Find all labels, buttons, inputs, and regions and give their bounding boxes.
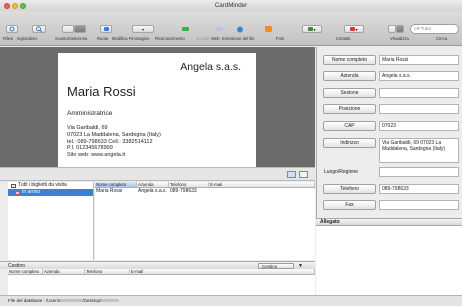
attachments-header: Allegato (316, 218, 462, 226)
label-search: Cerca (436, 36, 448, 41)
col-header-phone[interactable]: Telefono (169, 182, 209, 187)
col-header-name[interactable]: Nome completo (95, 182, 137, 187)
view-toggle-bar (0, 167, 315, 181)
contacts-table: Nome completo Azienda Telefono E-mail Ma… (95, 182, 315, 260)
field-button-zip[interactable]: CAP (323, 121, 376, 131)
scan-icon[interactable] (6, 25, 18, 33)
field-button-company[interactable]: Azienda (323, 71, 376, 81)
card-address-line: 07023 La Maddalena, Sardegna (Italy) (67, 131, 161, 138)
field-button-address[interactable]: Indirizzo (323, 138, 376, 148)
card-address-line: Sito web: www.angela.it (67, 152, 126, 159)
edit-image-icon[interactable]: ▾ (132, 25, 154, 33)
zoom-icon[interactable] (32, 25, 46, 33)
status-db-mid: /Desktop/ (82, 298, 102, 303)
label-web: Web (211, 36, 220, 41)
label-photo: Foto (276, 36, 285, 41)
card-address-block: Via Garibaldi, 69 07023 La Maddalena, Sa… (67, 125, 161, 159)
recognize-icon[interactable] (178, 25, 192, 33)
contacts-icon[interactable]: ▾ (344, 25, 364, 33)
redacted-username (60, 299, 83, 303)
label-select: Scostu/Seleziona (55, 36, 88, 41)
field-button-section[interactable]: Sezione (323, 88, 376, 98)
label-rotate: Ruota (97, 36, 109, 41)
card-address-line: tel.: 089-798633 Cell.: 3382514112 (67, 138, 153, 145)
cell-phone: 089-798633 (170, 188, 197, 194)
label-scan: Rilevi (3, 36, 14, 41)
field-zip[interactable]: 07023 (379, 121, 459, 131)
group-label: Tutti i biglietti da visita (18, 182, 67, 188)
rotate-icon[interactable] (100, 25, 112, 33)
field-full-name[interactable]: Maria Rossi (379, 55, 459, 65)
label-email: E-mail (197, 36, 209, 41)
cell-email (209, 188, 315, 195)
trash-col-email[interactable]: E-mail (130, 269, 315, 274)
trash-col-name[interactable]: Nome completo (8, 269, 43, 274)
trash-header: Cestino Cestino ▼ (0, 261, 315, 269)
web-icon[interactable] (234, 25, 246, 33)
search-icon: ⌕ (414, 27, 417, 32)
trash-col-phone[interactable]: Telefono (85, 269, 130, 274)
status-db-prefix: File del database : /Users/ (8, 298, 61, 303)
label-edit-image: Modifica Fimmagine (112, 36, 150, 41)
photo-icon[interactable]: ▾ (302, 25, 322, 33)
field-address[interactable]: Via Garibaldi, 69 07023 La Maddalena, Sa… (379, 138, 459, 163)
table-row[interactable]: Maria Rossi Angela s.a.s. 089-798633 (95, 188, 315, 195)
view-back-icon[interactable] (299, 171, 308, 178)
export-file-icon[interactable] (262, 25, 274, 33)
field-button-phone[interactable]: Telefono (323, 184, 376, 194)
cards-icon (11, 183, 16, 188)
field-section[interactable] (379, 88, 459, 98)
col-header-email[interactable]: E-mail (209, 182, 315, 187)
field-button-fax[interactable]: Fax (323, 200, 376, 210)
field-position[interactable] (379, 104, 459, 114)
business-card-image: Angela s.a.s. Maria Rossi Amministratric… (58, 53, 256, 168)
attachments-area[interactable] (316, 226, 462, 295)
group-list: Tutti i biglietti da visita In arrivo (8, 182, 94, 260)
view-card-icon[interactable] (396, 25, 404, 33)
window-title: CardMinder (214, 2, 248, 9)
trash-col-company[interactable]: Azienda (43, 269, 85, 274)
view-list-icon[interactable] (388, 25, 396, 33)
card-name: Maria Rossi (67, 84, 136, 99)
cell-company: Angela s.a.s. (138, 188, 167, 194)
email-icon[interactable] (214, 25, 224, 33)
inbox-icon (15, 190, 20, 195)
field-fax[interactable] (379, 200, 459, 210)
search-field[interactable]: ⌕ ▾ Tutto (410, 24, 459, 34)
field-phone[interactable]: 089-798633 (379, 184, 459, 194)
view-front-icon[interactable] (287, 171, 296, 178)
redacted-filename (101, 299, 120, 303)
field-label-region: Luogo/Regione (324, 169, 358, 175)
status-bar: File del database : /Users/ /Desktop/ (0, 295, 462, 306)
search-placeholder: Tutto (420, 26, 432, 32)
label-view: Visualizza (390, 36, 409, 41)
cell-name: Maria Rossi (96, 188, 123, 194)
field-button-full-name[interactable]: Nome completo (323, 55, 376, 65)
group-all-cards[interactable]: Tutti i biglietti da visita (8, 182, 93, 189)
title-bar: CardMinder (0, 0, 462, 11)
field-company[interactable]: Angela s.a.s. (379, 71, 459, 81)
trash-table-header: Nome completo Azienda Telefono E-mail (8, 269, 315, 275)
toolbar: ▾ ▾ ▾ ⌕ ▾ Tutto Rilevi Ingrandisci Scostu… (0, 11, 462, 46)
select-tool-icon[interactable] (62, 25, 74, 33)
group-label: In arrivo (22, 189, 41, 195)
card-address-line: P.I. 012345678999 (67, 145, 113, 152)
col-header-company[interactable]: Azienda (137, 182, 169, 187)
label-export: Emissione del file (222, 36, 255, 41)
label-contacts: Contatti (336, 36, 351, 41)
card-role: Amministratrice (67, 110, 113, 117)
field-button-position[interactable]: Posizione (323, 104, 376, 114)
card-company: Angela s.a.s. (180, 61, 241, 73)
label-recognize: Riconoscimento (155, 36, 185, 41)
card-address-line: Via Garibaldi, 69 (67, 125, 108, 131)
label-zoom: Ingrandisci (17, 36, 38, 41)
select-area-icon[interactable] (74, 25, 86, 33)
group-inbox[interactable]: In arrivo (8, 189, 93, 196)
field-region[interactable] (379, 167, 459, 177)
